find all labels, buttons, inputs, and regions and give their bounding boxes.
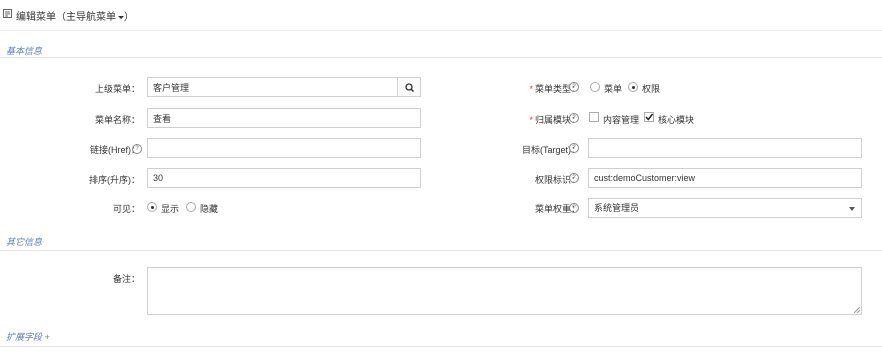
menu-name-input[interactable]	[147, 108, 421, 128]
menu-type-permission-radio[interactable]	[628, 82, 638, 92]
weight-select-value: 系统管理员	[594, 203, 640, 213]
weight-select[interactable]: 系统管理员	[588, 198, 862, 218]
sort-input[interactable]	[147, 168, 421, 188]
section-other-title: 其它信息	[6, 237, 43, 247]
module-label: * 归属模块：	[529, 115, 580, 125]
page-header: 编辑菜单（主导航菜单）	[0, 0, 882, 31]
parent-menu-input[interactable]	[147, 77, 398, 97]
visible-label: 可见：	[112, 204, 140, 214]
menu-type-menu-label: 菜单	[604, 84, 623, 94]
visible-hide-label: 隐藏	[200, 204, 219, 214]
page-title: 编辑菜单（主导航菜单）	[16, 12, 134, 23]
menu-name-label: 菜单名称：	[94, 115, 140, 125]
module-core-label: 核心模块	[658, 115, 695, 125]
permission-label: 权限标识：	[534, 175, 580, 185]
href-input[interactable]	[147, 138, 421, 158]
target-input[interactable]	[588, 138, 862, 158]
help-icon[interactable]: ?	[569, 203, 579, 213]
dropdown-arrow-icon	[849, 207, 855, 211]
href-label: 链接(Href)：	[90, 145, 140, 155]
section-basic-title: 基本信息	[6, 46, 43, 56]
menu-type-menu-radio[interactable]	[590, 82, 600, 92]
divider	[0, 57, 882, 58]
parent-menu-label: 上级菜单：	[94, 84, 140, 94]
visible-show-radio[interactable]	[147, 202, 157, 212]
divider	[0, 346, 882, 347]
document-icon	[3, 9, 12, 18]
section-ext-title[interactable]: 扩展字段 +	[6, 330, 50, 343]
resize-grip-icon[interactable]	[854, 307, 860, 313]
permission-input[interactable]	[588, 168, 862, 188]
visible-show-label: 显示	[161, 204, 180, 214]
sort-label: 排序(升序)：	[89, 175, 140, 185]
module-content-label: 内容管理	[603, 115, 640, 125]
menu-type-label: * 菜单类型：	[529, 84, 580, 94]
target-label: 目标(Target)：	[521, 145, 580, 155]
search-icon	[405, 83, 415, 93]
search-button[interactable]	[398, 77, 421, 97]
help-icon[interactable]: ?	[569, 82, 579, 92]
help-icon[interactable]: ?	[132, 144, 142, 154]
module-content-checkbox[interactable]	[589, 112, 599, 122]
module-core-checkbox[interactable]	[644, 112, 654, 122]
remarks-label: 备注：	[112, 274, 140, 284]
help-icon[interactable]: ?	[569, 113, 579, 123]
remarks-textarea[interactable]	[147, 267, 862, 315]
help-icon[interactable]: ?	[569, 173, 579, 183]
check-icon	[645, 113, 654, 121]
divider	[0, 250, 882, 251]
visible-hide-radio[interactable]	[186, 202, 196, 212]
weight-label: 菜单权重：	[534, 204, 580, 214]
help-icon[interactable]: ?	[569, 143, 579, 153]
menu-type-permission-label: 权限	[642, 84, 661, 94]
